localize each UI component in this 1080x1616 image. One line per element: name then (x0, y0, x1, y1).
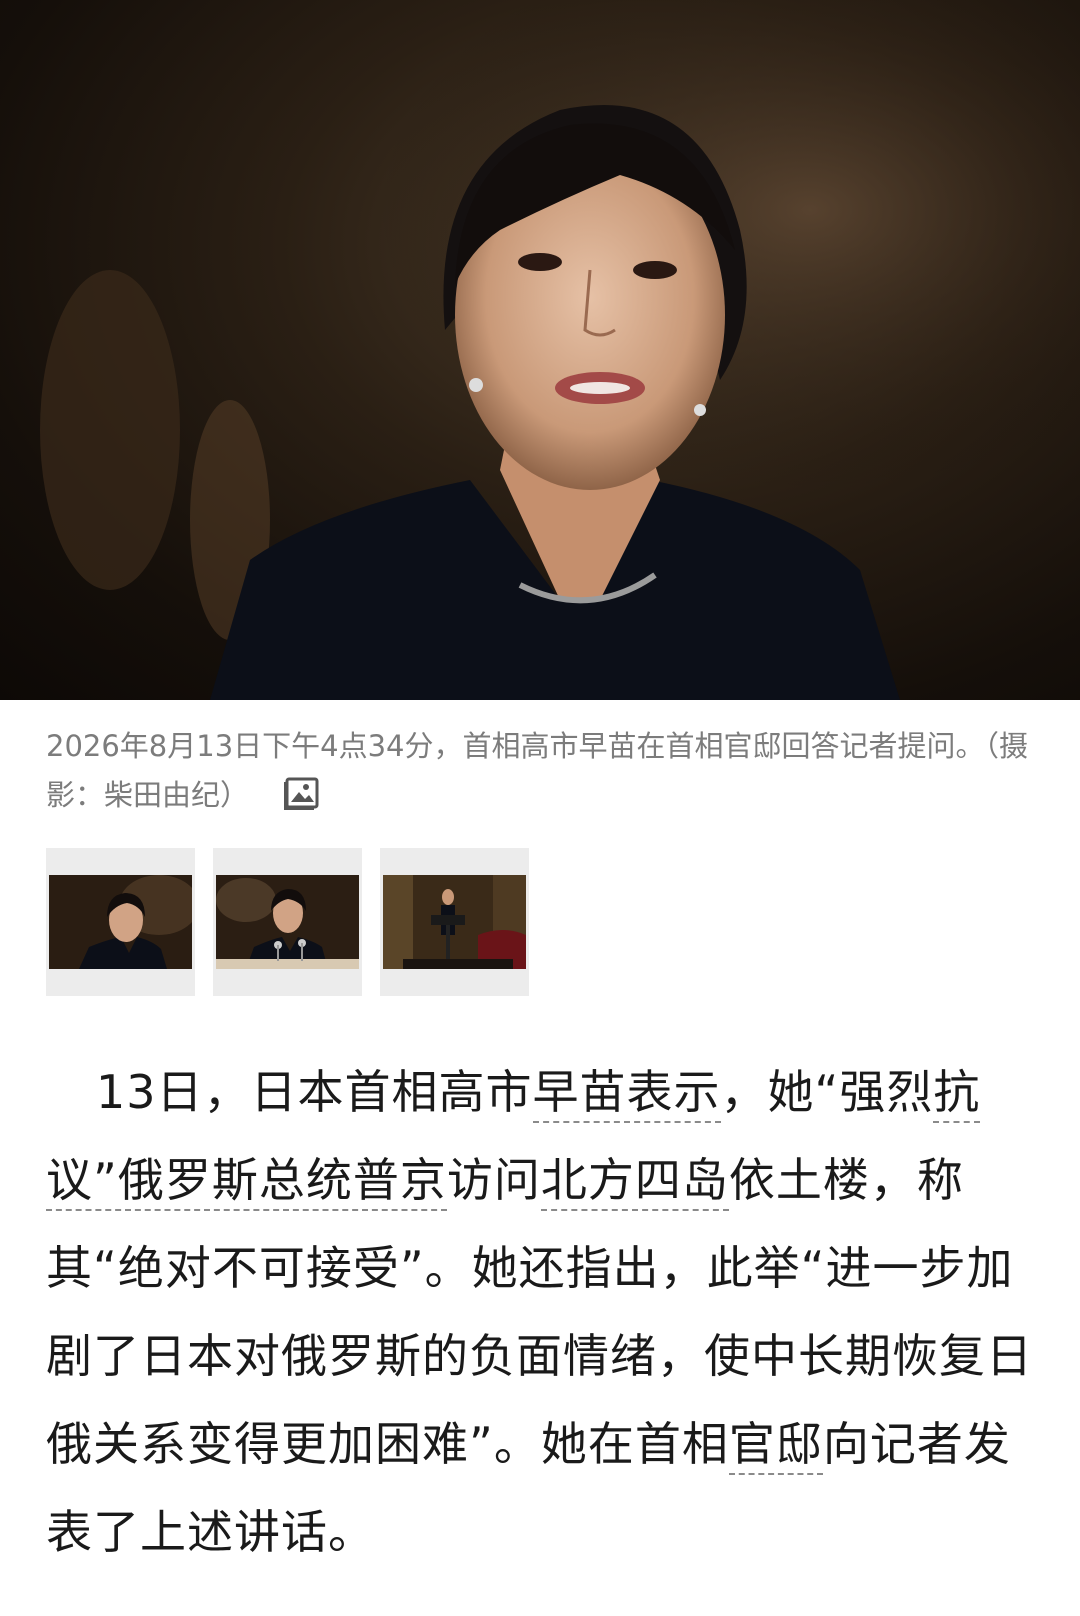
article-paragraph: 13日，日本首相高市早苗表示，她“强烈抗议”俄罗斯总统普京访问北方四岛依土楼，称… (46, 1048, 1046, 1576)
thumbnail-3[interactable] (380, 848, 529, 996)
thumbnail-microphones-icon (216, 875, 359, 969)
thumbnail-2[interactable] (213, 848, 362, 996)
link-guandi[interactable]: 官邸 (728, 1417, 823, 1475)
article-text-1: 13日，日本首相高市 (96, 1065, 533, 1119)
link-zaomiao-biaoshi[interactable]: 早苗表示 (532, 1065, 721, 1123)
portrait-photo-icon (0, 0, 1080, 700)
article-page: 2026年8月13日下午4点34分，首相高市早苗在首相官邸回答记者提问。（摄影：… (0, 0, 1080, 1616)
article-text-2: ，她“强烈 (720, 1065, 934, 1119)
thumbnail-1[interactable] (46, 848, 195, 996)
photo-caption: 2026年8月13日下午4点34分，首相高市早苗在首相官邸回答记者提问。（摄影：… (46, 722, 1036, 820)
thumbnail-portrait-icon (49, 875, 192, 969)
link-beifang-sidao[interactable]: 北方四岛 (540, 1153, 729, 1211)
gallery-icon[interactable] (283, 774, 321, 812)
caption-text: 2026年8月13日下午4点34分，首相高市早苗在首相官邸回答记者提问。（摄影：… (46, 729, 1029, 812)
hero-photo[interactable] (0, 0, 1080, 700)
article-body: 13日，日本首相高市早苗表示，她“强烈抗议”俄罗斯总统普京访问北方四岛依土楼，称… (46, 1048, 1046, 1576)
thumbnail-podium-icon (383, 875, 526, 969)
article-text-3: 访问 (446, 1153, 541, 1207)
